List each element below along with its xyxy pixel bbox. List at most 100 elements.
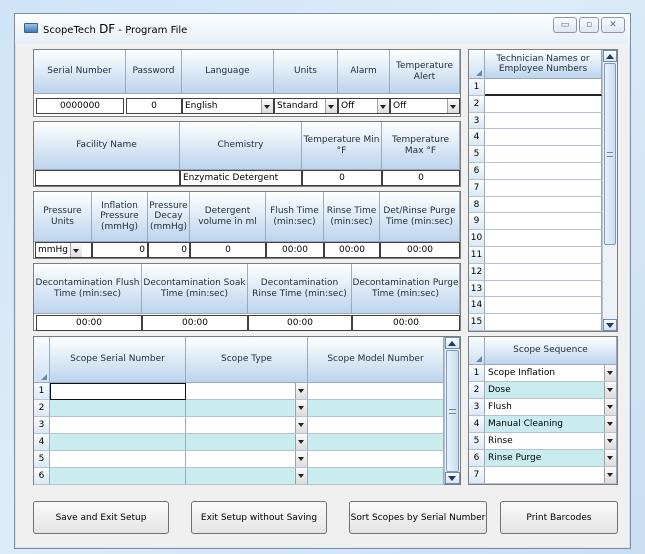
scope-type-select[interactable]: [186, 383, 308, 400]
technician-name-cell[interactable]: [485, 280, 602, 298]
save-and-exit-button[interactable]: Save and Exit Setup: [33, 501, 169, 534]
units-select[interactable]: Standard: [274, 98, 338, 114]
chevron-down-icon[interactable]: [604, 399, 616, 415]
decon-rinse-time-input[interactable]: 00:00: [248, 315, 352, 331]
decon-soak-time-input[interactable]: 00:00: [142, 315, 248, 331]
scope-type-select[interactable]: [186, 451, 308, 468]
technician-name-cell[interactable]: [485, 230, 602, 247]
scope-model-number-cell[interactable]: [308, 434, 444, 451]
chevron-down-icon[interactable]: [295, 383, 307, 399]
scope-model-number-cell[interactable]: [308, 400, 444, 417]
scroll-up-button[interactable]: [445, 337, 460, 349]
close-button[interactable]: ✕: [601, 17, 625, 33]
scope-serial-number-cell[interactable]: [50, 417, 186, 434]
table-row: 8: [469, 196, 602, 214]
technician-name-cell[interactable]: [485, 179, 602, 197]
sequence-step-select[interactable]: Dose: [485, 382, 617, 399]
row-number: 14: [469, 297, 485, 315]
sequence-step-select[interactable]: Rinse: [485, 433, 617, 450]
scroll-thumb[interactable]: [446, 350, 459, 472]
scope-model-number-cell[interactable]: [308, 451, 444, 468]
chevron-down-icon[interactable]: [295, 417, 307, 433]
chevron-down-icon[interactable]: [447, 99, 459, 113]
scope-serial-number-cell[interactable]: [50, 434, 186, 451]
scope-serial-number-cell[interactable]: [50, 400, 186, 417]
scope-type-select[interactable]: [186, 400, 308, 417]
technician-name-cell[interactable]: [485, 297, 602, 315]
scroll-up-button[interactable]: [603, 50, 617, 62]
technician-name-cell[interactable]: [485, 112, 602, 130]
temperature-min-input[interactable]: 0: [302, 170, 382, 186]
rinse-time-input[interactable]: 00:00: [324, 242, 380, 258]
sequence-step-select[interactable]: [485, 467, 617, 484]
chevron-down-icon[interactable]: [295, 451, 307, 467]
chemistry-input[interactable]: Enzymatic Detergent: [180, 170, 302, 186]
chevron-down-icon[interactable]: [295, 434, 307, 450]
technician-name-cell[interactable]: [485, 129, 602, 147]
chevron-down-icon[interactable]: [604, 433, 616, 449]
alarm-select[interactable]: Off: [338, 98, 390, 114]
technician-name-cell[interactable]: [485, 95, 602, 113]
chevron-down-icon[interactable]: [604, 365, 616, 381]
chevron-down-icon[interactable]: [295, 400, 307, 416]
technician-name-cell[interactable]: [485, 146, 602, 163]
temperature-alert-select[interactable]: Off: [390, 98, 460, 114]
chevron-down-icon[interactable]: [377, 99, 389, 113]
decon-purge-time-input[interactable]: 00:00: [352, 315, 460, 331]
detergent-volume-header: Detergent volume in ml: [190, 192, 266, 242]
detergent-volume-input[interactable]: 0: [190, 242, 266, 258]
flush-time-input[interactable]: 00:00: [266, 242, 324, 258]
maximize-button[interactable]: ▫: [579, 17, 599, 33]
scope-serial-number-cell[interactable]: [50, 468, 186, 485]
technician-name-cell[interactable]: [485, 79, 602, 96]
scope-model-number-cell[interactable]: [308, 383, 444, 400]
scope-model-number-cell[interactable]: [308, 468, 444, 485]
technician-name-cell[interactable]: [485, 247, 602, 264]
pressure-units-select[interactable]: mmHg: [35, 242, 92, 258]
sequence-step-select[interactable]: Rinse Purge: [485, 450, 617, 467]
decon-flush-time-input[interactable]: 00:00: [36, 315, 142, 331]
facility-name-input[interactable]: [35, 170, 180, 186]
technician-name-cell[interactable]: [485, 263, 602, 281]
technician-name-cell[interactable]: [485, 163, 602, 180]
technician-name-cell[interactable]: [485, 196, 602, 214]
chevron-down-icon[interactable]: [261, 99, 273, 113]
chevron-down-icon[interactable]: [325, 99, 337, 113]
serial-number-input[interactable]: 0000000: [36, 98, 124, 114]
sequence-step-select[interactable]: Flush: [485, 399, 617, 416]
technician-name-cell[interactable]: [485, 314, 602, 331]
scope-type-select[interactable]: [186, 417, 308, 434]
scope-serial-number-cell[interactable]: [50, 383, 186, 400]
sort-scopes-button[interactable]: Sort Scopes by Serial Number: [349, 501, 487, 534]
scope-type-select[interactable]: [186, 468, 308, 485]
technician-name-cell[interactable]: [485, 213, 602, 231]
scope-type-select[interactable]: [186, 434, 308, 451]
scope-scrollbar[interactable]: [444, 337, 460, 484]
inflation-pressure-input[interactable]: 0: [92, 242, 148, 258]
scope-serial-number-cell[interactable]: [50, 451, 186, 468]
sequence-step-select[interactable]: Scope Inflation: [485, 365, 617, 382]
language-select[interactable]: English: [182, 98, 274, 114]
print-barcodes-button[interactable]: Print Barcodes: [500, 501, 618, 534]
scope-model-number-cell[interactable]: [308, 417, 444, 434]
sequence-step-select[interactable]: Manual Cleaning: [485, 416, 617, 433]
chevron-down-icon[interactable]: [604, 382, 616, 398]
scroll-down-button[interactable]: [445, 472, 460, 484]
sequence-step-label: Scope Inflation: [488, 368, 556, 378]
scroll-thumb[interactable]: [604, 63, 616, 245]
temperature-max-input[interactable]: 0: [382, 170, 460, 186]
exit-without-saving-button[interactable]: Exit Setup without Saving: [191, 501, 327, 534]
chevron-down-icon[interactable]: [604, 467, 616, 483]
chevron-down-icon[interactable]: [295, 468, 307, 484]
minimize-button[interactable]: ▭: [553, 17, 577, 33]
technician-scrollbar[interactable]: [602, 50, 617, 331]
chevron-down-icon[interactable]: [70, 243, 83, 257]
purge-time-input[interactable]: 00:00: [380, 242, 460, 258]
scroll-down-button[interactable]: [603, 319, 617, 331]
chevron-down-icon[interactable]: [604, 416, 616, 432]
chevron-down-icon[interactable]: [604, 450, 616, 466]
arrow-down-icon: [606, 323, 614, 328]
password-input[interactable]: 0: [126, 98, 182, 114]
title-bar[interactable]: ScopeTech DF - Program File ▭ ▫ ✕: [15, 14, 630, 44]
pressure-decay-input[interactable]: 0: [148, 242, 190, 258]
